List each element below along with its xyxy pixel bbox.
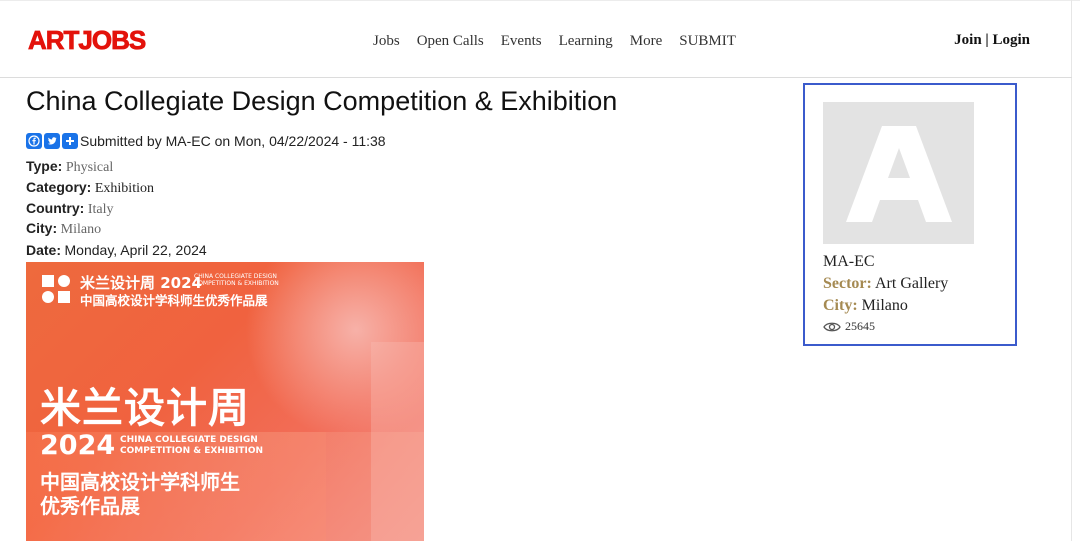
view-count: 25645 (823, 319, 875, 334)
city-value[interactable]: Milano (61, 222, 101, 237)
sector-label: Sector: (823, 275, 872, 292)
poster-block (371, 342, 424, 541)
share-plus-icon[interactable] (62, 133, 78, 149)
meta-type: Type: Physical (26, 158, 113, 176)
nav-more[interactable]: More (630, 33, 663, 50)
poster-cn2: 优秀作品展 (40, 494, 140, 518)
date-value: Monday, April 22, 2024 (64, 242, 207, 258)
avatar[interactable] (823, 102, 974, 244)
poster-top-en1: CHINA COLLEGIATE DESIGN (194, 273, 277, 280)
sidebar-city-label: City: (823, 297, 858, 314)
join-link[interactable]: Join (954, 32, 982, 48)
poster-big-cn: 米兰设计周 (40, 384, 250, 432)
site-header: ARTJOBS Jobs Open Calls Events Learning … (0, 0, 1072, 78)
poster-year: 2024 (40, 430, 116, 461)
category-label: Category: (26, 179, 92, 195)
poster-en: CHINA COLLEGIATE DESIGN COMPETITION & EX… (120, 435, 263, 457)
auth-links: Join | Login (954, 32, 1030, 49)
nav-submit[interactable]: SUBMIT (679, 33, 736, 50)
poster-en2: COMPETITION & EXHIBITION (120, 446, 264, 456)
nav-open-calls[interactable]: Open Calls (417, 33, 484, 50)
artjobs-logo[interactable]: ARTJOBS (28, 25, 147, 56)
eye-icon (823, 322, 841, 331)
page-title: China Collegiate Design Competition & Ex… (26, 86, 618, 116)
category-value[interactable]: Exhibition (95, 181, 154, 196)
submitted-by: Submitted by MA-EC on Mon, 04/22/2024 - … (80, 133, 386, 149)
twitter-icon[interactable] (44, 133, 60, 149)
type-value[interactable]: Physical (66, 160, 113, 175)
submitter-city: City: Milano (823, 297, 908, 315)
event-poster-image[interactable]: 米兰设计周 2024 CHINA COLLEGIATE DESIGN COMPE… (26, 262, 424, 541)
share-bar: Submitted by MA-EC on Mon, 04/22/2024 - … (26, 133, 386, 149)
login-link[interactable]: Login (992, 32, 1030, 48)
view-count-value: 25645 (845, 319, 875, 333)
avatar-letter-icon (845, 126, 952, 222)
sector-value: Art Gallery (874, 275, 949, 292)
poster-top-cn: 中国高校设计学科师生优秀作品展 (80, 293, 268, 308)
poster-logo-icon (42, 275, 70, 303)
nav-events[interactable]: Events (501, 33, 542, 50)
date-label: Date: (26, 242, 62, 258)
meta-date: Date: Monday, April 22, 2024 (26, 242, 207, 260)
submitter-name[interactable]: MA-EC (823, 253, 875, 271)
auth-separator: | (985, 32, 989, 48)
country-value[interactable]: Italy (88, 202, 114, 217)
meta-category: Category: Exhibition (26, 179, 154, 197)
submitter-sector: Sector: Art Gallery (823, 275, 948, 293)
facebook-icon[interactable] (26, 133, 42, 149)
submitter-card: MA-EC Sector: Art Gallery City: Milano 2… (803, 83, 1017, 346)
meta-country: Country: Italy (26, 200, 113, 218)
city-label: City: (26, 220, 58, 236)
sidebar-city-value: Milano (861, 297, 908, 314)
nav-jobs[interactable]: Jobs (373, 33, 400, 50)
type-label: Type: (26, 158, 63, 174)
nav-learning[interactable]: Learning (559, 33, 613, 50)
main-nav: Jobs Open Calls Events Learning More SUB… (373, 33, 753, 50)
poster-en1: CHINA COLLEGIATE DESIGN (120, 435, 258, 445)
meta-city: City: Milano (26, 220, 101, 238)
poster-top-en: CHINA COLLEGIATE DESIGN COMPETITION & EX… (194, 273, 279, 287)
country-label: Country: (26, 200, 85, 216)
poster-top-en2: COMPETITION & EXHIBITION (194, 280, 279, 287)
